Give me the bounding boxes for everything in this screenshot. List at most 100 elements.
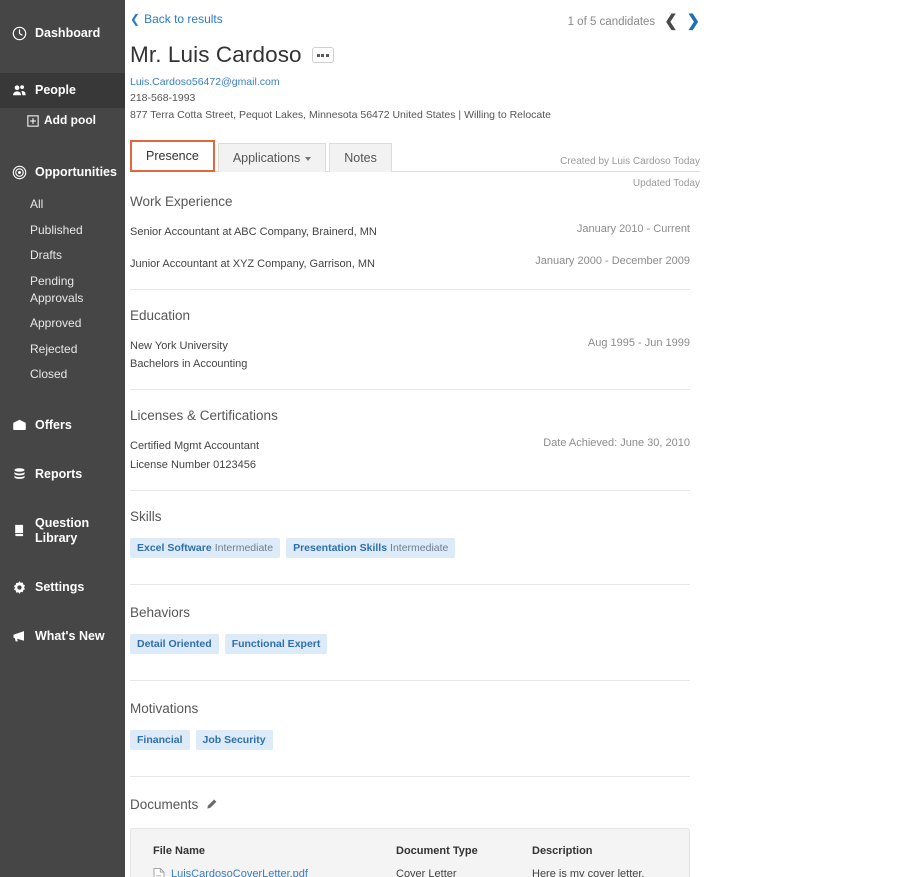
tab-applications[interactable]: Applications xyxy=(217,142,327,172)
work-entry-title: Senior Accountant at ABC Company, Braine… xyxy=(130,225,377,238)
sidebar-item-whats-new[interactable]: What's New xyxy=(0,619,125,654)
email-link[interactable]: Luis.Cardoso56472@gmail.com xyxy=(130,74,911,90)
phone-text: 218-568-1993 xyxy=(130,92,196,105)
sidebar-item-people[interactable]: People xyxy=(0,73,125,108)
motivation-tag[interactable]: Job Security xyxy=(195,729,273,750)
created-meta: Created by Luis Cardoso Today xyxy=(560,155,700,167)
section-skills: Skills Excel Software Intermediate Presen… xyxy=(130,509,690,585)
documents-heading-label: Documents xyxy=(130,796,199,812)
license-date: Date Achieved: June 30, 2010 xyxy=(543,437,690,450)
sidebar-item-dashboard[interactable]: Dashboard xyxy=(0,16,125,51)
behavior-tag[interactable]: Detail Oriented xyxy=(130,633,219,654)
section-heading: Work Experience xyxy=(130,193,233,209)
clock-icon xyxy=(12,26,27,41)
education-dates: Aug 1995 - Jun 1999 xyxy=(587,337,690,350)
document-file-link[interactable]: LuisCardosoCoverLetter.pdf xyxy=(171,868,308,877)
document-description-value: Here is my cover letter. xyxy=(532,867,645,877)
behaviors-tag-list: Detail Oriented Functional Expert xyxy=(130,633,690,654)
subnav-item-rejected[interactable]: Rejected xyxy=(0,337,125,362)
subnav-item-closed[interactable]: Closed xyxy=(0,362,125,387)
topbar: ❮ Back to results 1 of 5 candidates ❮ ❯ xyxy=(130,0,700,30)
subnav-item-drafts[interactable]: Drafts xyxy=(0,243,125,268)
updated-meta-row: Updated Today xyxy=(130,172,700,194)
motivation-tag[interactable]: Financial xyxy=(130,729,190,750)
subnav-item-all[interactable]: All xyxy=(0,192,125,217)
table-row-file-cell: LuisCardosoCoverLetter.pdf Uploaded by L… xyxy=(153,868,396,877)
dot-icon xyxy=(325,53,329,57)
behavior-name: Detail Oriented xyxy=(137,637,212,650)
candidate-contact-info: Luis.Cardoso56472@gmail.com 218-568-1993… xyxy=(130,74,911,123)
sidebar-item-label: What's New xyxy=(35,628,105,643)
sidebar-item-label: Opportunities xyxy=(35,165,117,180)
previous-candidate-icon[interactable]: ❮ xyxy=(664,14,677,30)
skill-level: Intermediate xyxy=(390,541,449,554)
skill-name: Presentation Skills xyxy=(293,541,388,554)
work-entry-dates: January 2000 - December 2009 xyxy=(535,254,690,267)
document-type-value: Cover Letter xyxy=(396,867,457,877)
sidebar-item-offers[interactable]: Offers xyxy=(0,408,125,443)
megaphone-icon xyxy=(12,629,27,644)
subnav-item-approved[interactable]: Approved xyxy=(0,311,125,336)
documents-card: File Name Document Type Description Luis… xyxy=(130,827,690,877)
license-entry-detail: Certified Mgmt Accountant License Number… xyxy=(130,437,259,473)
sidebar-item-settings[interactable]: Settings xyxy=(0,570,125,605)
candidate-pager: 1 of 5 candidates ❮ ❯ xyxy=(568,12,700,30)
behavior-tag[interactable]: Functional Expert xyxy=(224,633,328,654)
subnav-item-published[interactable]: Published xyxy=(0,218,125,243)
section-heading: Licenses & Certifications xyxy=(130,408,278,424)
motivation-name: Financial xyxy=(137,733,183,746)
section-divider xyxy=(130,489,690,491)
subnav-item-pending-approvals[interactable]: Pending Approvals xyxy=(0,269,125,312)
book-icon xyxy=(12,523,27,538)
pdf-file-icon xyxy=(153,867,165,877)
tab-label: Presence xyxy=(146,148,199,163)
skill-name: Excel Software xyxy=(137,541,212,554)
skill-tag[interactable]: Presentation Skills Intermediate xyxy=(286,537,456,558)
address-text: 877 Terra Cotta Street, Pequot Lakes, Mi… xyxy=(130,108,552,121)
section-divider xyxy=(130,679,690,681)
tab-notes[interactable]: Notes xyxy=(329,142,392,172)
pager-count-label: 1 of 5 candidates xyxy=(567,16,656,28)
section-work-experience: Work Experience Senior Accountant at ABC… xyxy=(130,193,690,291)
license-name: Certified Mgmt Accountant xyxy=(130,440,260,453)
section-licenses-certifications: Licenses & Certifications Certified Mgmt… xyxy=(130,408,690,491)
tab-label: Notes xyxy=(344,150,377,165)
column-header-file-name: File Name xyxy=(153,844,205,857)
more-actions-button[interactable] xyxy=(311,47,334,63)
back-to-results-link[interactable]: ❮ Back to results xyxy=(130,12,223,26)
sidebar-item-opportunities[interactable]: Opportunities xyxy=(0,155,125,190)
sidebar-item-label: Question Library xyxy=(35,515,90,545)
chevron-down-icon xyxy=(305,156,312,161)
next-candidate-icon[interactable]: ❯ xyxy=(687,14,700,30)
sidebar-item-label: Offers xyxy=(35,417,72,432)
motivation-name: Job Security xyxy=(202,733,266,746)
section-divider xyxy=(130,289,690,291)
section-heading: Education xyxy=(130,308,191,324)
candidate-name-row: Mr. Luis Cardoso xyxy=(130,42,911,68)
opportunities-subnav: All Published Drafts Pending Approvals A… xyxy=(0,192,125,387)
license-entry: Certified Mgmt Accountant License Number… xyxy=(130,437,690,473)
sidebar-item-reports[interactable]: Reports xyxy=(0,457,125,492)
skill-tag[interactable]: Excel Software Intermediate xyxy=(130,537,281,558)
education-degree: Bachelors in Accounting xyxy=(130,358,248,371)
work-entry: Junior Accountant at XYZ Company, Garris… xyxy=(130,255,690,273)
tab-label: Applications xyxy=(232,150,301,165)
tab-bar: Presence Applications Notes Created by L… xyxy=(130,139,700,172)
section-motivations: Motivations Financial Job Security xyxy=(130,701,690,777)
database-icon xyxy=(12,467,27,482)
updated-meta: Updated Today xyxy=(632,177,700,189)
tab-presence[interactable]: Presence xyxy=(130,139,215,172)
document-file-link-wrap: LuisCardosoCoverLetter.pdf xyxy=(153,868,396,877)
app-root: Dashboard People Add pool Opportunities … xyxy=(0,0,911,877)
behavior-name: Functional Expert xyxy=(231,637,321,650)
target-icon xyxy=(12,165,27,180)
sidebar-item-question-library[interactable]: Question Library xyxy=(0,506,125,556)
license-number: License Number 0123456 xyxy=(130,458,256,471)
sidebar-item-add-pool[interactable]: Add pool xyxy=(0,108,125,133)
section-divider xyxy=(130,389,690,391)
edit-pencil-icon[interactable] xyxy=(205,799,218,814)
